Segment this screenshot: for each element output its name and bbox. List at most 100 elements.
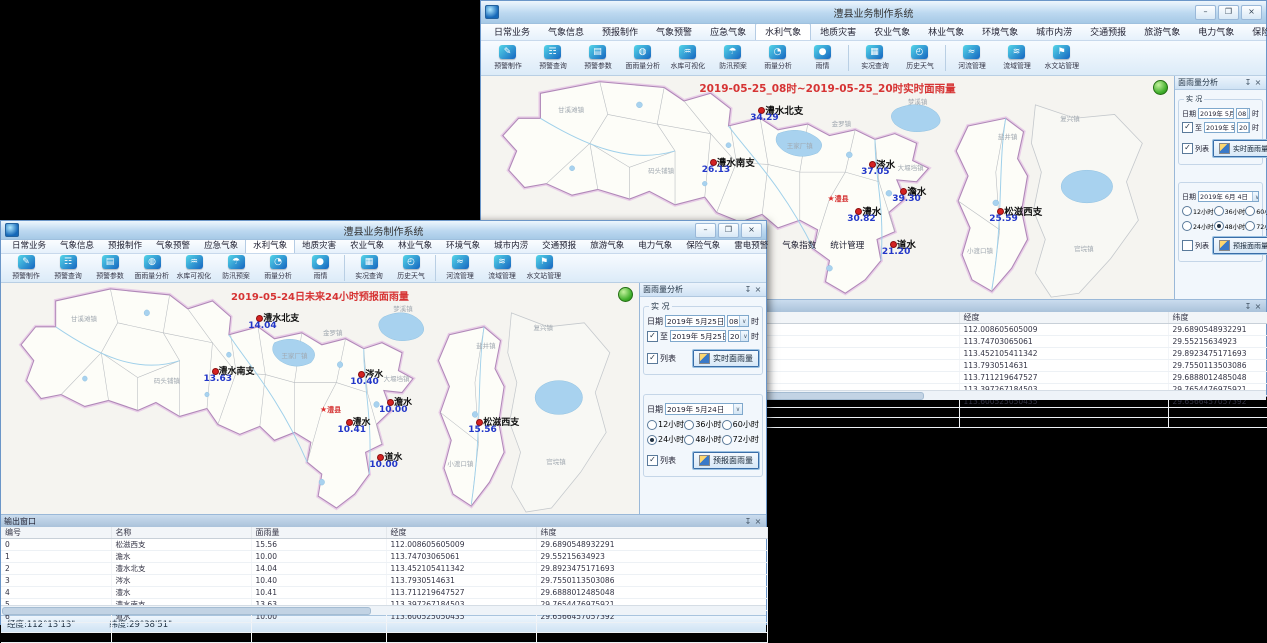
column-header[interactable]: 纬度 [1168,312,1267,324]
column-header[interactable]: 名称 [111,527,251,539]
radio-36小时[interactable]: 36小时 [1214,206,1246,216]
tool-live-query[interactable]: ▦实况查询 [852,45,897,71]
menu-item-13[interactable]: 电力气象 [1189,24,1243,40]
pin-icon[interactable]: ↧ [743,517,753,526]
tool-edit-warning[interactable]: ✎预警制作 [5,255,47,281]
start-hour-combo[interactable]: 08∨ [727,315,749,327]
maximize-button[interactable]: ❐ [718,223,739,238]
station-澹水[interactable]: 澹水39.30 [900,188,907,195]
list-checkbox[interactable] [1182,240,1193,251]
to-checkbox[interactable]: ✓ [1182,122,1193,133]
menu-item-14[interactable]: 保险气象 [679,238,727,253]
station-澧水北支[interactable]: 澧水北支34.29 [758,107,765,114]
menu-item-9[interactable]: 环境气象 [439,238,487,253]
radio-72小时[interactable]: 72小时 [722,434,759,445]
menu-item-17[interactable]: 统计管理 [823,238,871,253]
menu-item-12[interactable]: 旅游气象 [1135,24,1189,40]
start-date-combo[interactable]: 2019年 5月25日∨ [665,315,725,327]
menu-item-4[interactable]: 应急气象 [701,24,755,40]
menu-item-2[interactable]: 预报制作 [101,238,149,253]
tool-rain-analysis[interactable]: ◔雨量分析 [257,255,299,281]
to-checkbox[interactable]: ✓ [647,331,658,342]
tool-flood-plan[interactable]: ☂防汛预案 [215,255,257,281]
station-澧水南支[interactable]: 澧水南支13.63 [212,368,219,375]
radio-60小时[interactable]: 60小时 [722,419,759,430]
table-row[interactable]: 4澧水10.41113.71121964752729.6888012485048 [1,587,767,599]
radio-48小时[interactable]: 48小时 [684,434,721,445]
column-header[interactable]: 面雨量 [251,527,386,539]
tool-history-weather[interactable]: ◴历史天气 [390,255,432,281]
column-header[interactable]: 经度 [959,312,1168,324]
close-button[interactable]: × [1241,5,1262,20]
radio-24小时[interactable]: 24小时 [1182,221,1214,231]
station-道水[interactable]: 道水10.00 [377,454,384,461]
radio-48小时[interactable]: 48小时 [1214,221,1246,231]
start-hour-combo[interactable]: 08∨ [1236,108,1250,119]
menu-item-7[interactable]: 农业气象 [865,24,919,40]
map-area[interactable]: 2019-05-24日未来24小时预报面雨量 澧水北支14.04澧水南支13.6… [1,283,639,514]
maximize-button[interactable]: ❐ [1218,5,1239,20]
tool-reservoir[interactable]: ♒水库可视化 [173,255,215,281]
tool-warning-params[interactable]: ▤预警参数 [575,45,620,71]
radio-24小时[interactable]: 24小时 [647,434,684,445]
menu-item-6[interactable]: 地质灾害 [295,238,343,253]
forecast-rainfall-button[interactable]: 预报面雨量 [693,452,759,469]
pin-icon[interactable]: ↧ [1243,302,1253,311]
menu-item-2[interactable]: 预报制作 [593,24,647,40]
horizontal-scrollbar[interactable] [1,605,766,615]
close-button[interactable]: × [741,223,762,238]
tool-rain-info[interactable]: ●雨情 [800,45,845,71]
menu-item-15[interactable]: 雷电预警 [727,238,775,253]
station-涔水[interactable]: 涔水10.40 [358,371,365,378]
tool-area-rainfall[interactable]: ◍面雨量分析 [131,255,173,281]
forecast-date-combo[interactable]: 2019年 6月 4日∨ [1198,191,1259,202]
menu-item-1[interactable]: 气象信息 [53,238,101,253]
live-rainfall-button[interactable]: 实时面雨量 [1213,140,1267,157]
minimize-button[interactable]: – [695,223,716,238]
tool-rain-analysis[interactable]: ◔雨量分析 [755,45,800,71]
radio-12小时[interactable]: 12小时 [647,419,684,430]
station-道水[interactable]: 道水21.20 [890,241,897,248]
minimize-button[interactable]: – [1195,5,1216,20]
pin-icon[interactable]: ↧ [743,285,753,294]
column-header[interactable]: 经度 [386,527,536,539]
close-icon[interactable]: × [1253,78,1263,87]
menu-item-13[interactable]: 电力气象 [631,238,679,253]
tool-reservoir[interactable]: ♒水库可视化 [665,45,710,71]
end-date-combo[interactable]: 2019年 5月25日∨ [1204,122,1235,133]
tool-hydro-station[interactable]: ⚑水文站管理 [1039,45,1084,71]
station-澹水[interactable]: 澹水10.00 [387,399,394,406]
station-松滋西支[interactable]: 松滋西支25.59 [997,208,1004,215]
menu-item-5[interactable]: 水利气象 [755,23,811,40]
column-header[interactable]: 编号 [1,527,111,539]
tool-warning-params[interactable]: ▤预警参数 [89,255,131,281]
live-rainfall-button[interactable]: 实时面雨量 [693,350,759,367]
menu-item-11[interactable]: 交通预报 [535,238,583,253]
radio-12小时[interactable]: 12小时 [1182,206,1214,216]
forecast-date-combo[interactable]: 2019年 5月24日∨ [665,403,743,415]
list-checkbox[interactable]: ✓ [1182,143,1193,154]
menu-item-10[interactable]: 城市内涝 [487,238,535,253]
list-checkbox[interactable]: ✓ [647,353,658,364]
menu-item-8[interactable]: 林业气象 [919,24,973,40]
radio-72小时[interactable]: 72小时 [1245,221,1267,231]
tool-river-manage[interactable]: ≈河流管理 [439,255,481,281]
menu-item-0[interactable]: 日常业务 [485,24,539,40]
tool-hydro-station[interactable]: ⚑水文站管理 [523,255,565,281]
menu-item-3[interactable]: 气象预警 [149,238,197,253]
close-icon[interactable]: × [753,517,763,526]
end-date-combo[interactable]: 2019年 5月25日∨ [670,330,726,342]
end-hour-combo[interactable]: 20∨ [1237,122,1250,133]
tool-edit-warning[interactable]: ✎预警制作 [485,45,530,71]
table-row[interactable]: 0松滋西支15.56112.00860560500929.68905489322… [1,539,767,551]
radio-36小时[interactable]: 36小时 [684,419,721,430]
tool-query-warning[interactable]: ☶预警查询 [47,255,89,281]
tool-history-weather[interactable]: ◴历史天气 [897,45,942,71]
start-date-combo[interactable]: 2019年 5月25日∨ [1198,108,1234,119]
tool-live-query[interactable]: ▦实况查询 [348,255,390,281]
menu-item-4[interactable]: 应急气象 [197,238,245,253]
menu-item-0[interactable]: 日常业务 [5,238,53,253]
close-icon[interactable]: × [753,285,763,294]
tool-rain-info[interactable]: ●雨情 [299,255,341,281]
menu-item-6[interactable]: 地质灾害 [811,24,865,40]
